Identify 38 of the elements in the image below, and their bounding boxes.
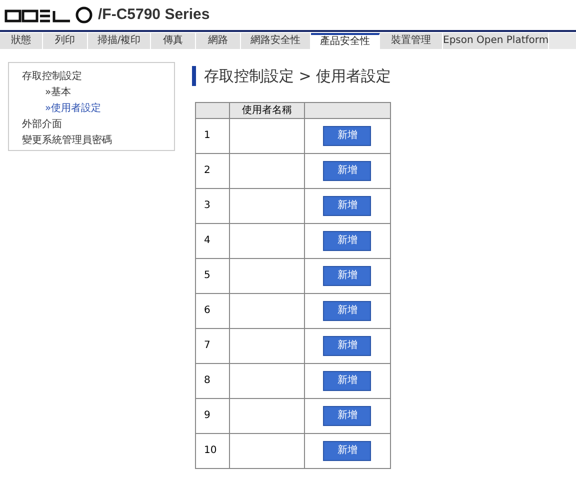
row-number: 1 xyxy=(204,130,210,141)
add-button[interactable]: 新增 xyxy=(323,300,372,320)
sidebar-link[interactable]: 存取控制設定 xyxy=(22,69,82,85)
add-button[interactable]: 新增 xyxy=(323,196,372,216)
nav-tab[interactable]: 傳真 xyxy=(151,33,196,49)
nav-tab[interactable]: Epson Open Platform xyxy=(443,33,549,49)
add-button[interactable]: 新增 xyxy=(323,160,372,180)
column-header: 使用者名稱 xyxy=(242,104,292,116)
nav-tab[interactable]: 網路 xyxy=(196,33,241,49)
nav-tab[interactable]: 裝置管理 xyxy=(380,33,443,49)
row-number: 2 xyxy=(204,165,210,176)
nav-tab[interactable]: 狀態 xyxy=(0,33,43,49)
nav-tab[interactable]: 掃描/複印 xyxy=(88,33,151,49)
page-title: 存取控制設定 > 使用者設定 xyxy=(204,66,392,87)
add-button[interactable]: 新增 xyxy=(323,336,372,356)
add-button[interactable]: 新增 xyxy=(323,370,372,390)
add-button[interactable]: 新增 xyxy=(323,126,372,146)
nav-tab[interactable]: 列印 xyxy=(43,33,88,49)
row-number: 8 xyxy=(204,375,210,386)
add-button[interactable]: 新增 xyxy=(323,230,372,250)
product-title: /F-C5790 Series xyxy=(98,4,210,25)
row-number: 5 xyxy=(204,270,210,281)
nav-tab[interactable]: 產品安全性 xyxy=(311,33,380,49)
add-button[interactable]: 新增 xyxy=(323,406,372,426)
nav-tab[interactable]: 網路安全性 xyxy=(241,33,311,49)
row-number: 10 xyxy=(204,445,217,456)
row-number: 6 xyxy=(204,305,210,316)
row-number: 3 xyxy=(204,200,210,211)
row-number: 7 xyxy=(204,340,210,351)
sidebar-link[interactable]: »基本 xyxy=(45,85,72,101)
add-button[interactable]: 新增 xyxy=(323,266,372,286)
sidebar-link[interactable]: 外部介面 xyxy=(22,117,62,133)
row-number: 9 xyxy=(204,410,210,421)
sidebar-link[interactable]: »使用者設定 xyxy=(45,101,102,117)
add-button[interactable]: 新增 xyxy=(323,440,372,460)
row-number: 4 xyxy=(204,235,210,246)
sidebar-link[interactable]: 變更系統管理員密碼 xyxy=(22,133,112,149)
heading-accent xyxy=(192,66,196,86)
